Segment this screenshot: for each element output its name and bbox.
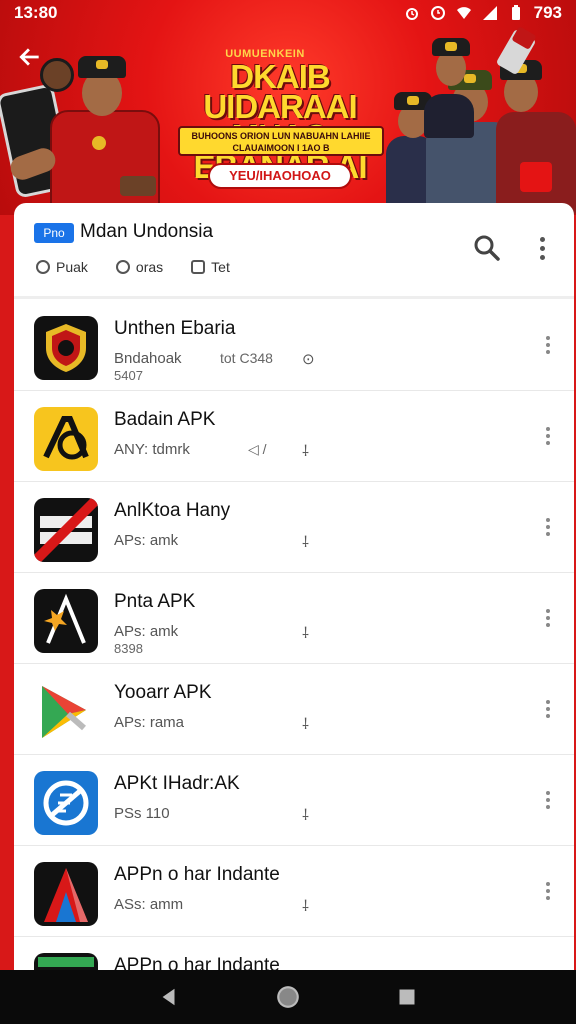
signal-icon	[482, 6, 497, 20]
more-vert-icon[interactable]	[536, 421, 560, 451]
wifi-icon	[456, 7, 471, 19]
alarm-icon	[405, 8, 418, 20]
banner-subtitle: BUHOONS ORION LUN NABUAHN LAHIIE CLAUAIM…	[178, 126, 384, 156]
status-time: 13:80	[14, 3, 58, 22]
back-triangle-icon[interactable]	[149, 977, 189, 1017]
more-vert-icon[interactable]	[536, 876, 560, 906]
battery-icon	[511, 5, 520, 20]
app-name: Badain APK	[114, 409, 216, 430]
circle-icon	[36, 260, 50, 274]
filter-label: oras	[135, 259, 164, 275]
list-item[interactable]: Badain APK ANY: tdmrk ◁ / ⸸	[14, 391, 574, 482]
app-glyph: ⸸	[302, 625, 310, 642]
app-developer: APs: amk	[114, 623, 179, 640]
app-glyph: ⸸	[302, 716, 310, 733]
sheet-title: Mdan Undonsia	[80, 221, 214, 242]
app-size: 8398	[114, 641, 143, 656]
more-vert-icon[interactable]	[536, 330, 560, 360]
app-developer: Bndahoak	[114, 350, 182, 367]
list-item[interactable]: Yooarr APK APs: rama ⸸	[14, 664, 574, 755]
emblem-icon	[34, 316, 98, 380]
letter-a-yellow-icon	[34, 407, 98, 471]
battery-level: 793	[533, 3, 562, 22]
recents-square-icon[interactable]	[387, 977, 427, 1017]
more-vert-icon[interactable]	[536, 603, 560, 633]
sheet-header: Pno Mdan Undonsia Puak oras Tet	[14, 203, 574, 299]
app-developer: ASs: amm	[114, 896, 184, 913]
app-size: 5407	[114, 368, 143, 383]
app-name: APPn o har Indante	[114, 864, 280, 885]
app-name: Yooarr APK	[114, 682, 212, 703]
filter-puak[interactable]: Puak	[36, 259, 88, 275]
more-vert-icon[interactable]	[536, 512, 560, 542]
filter-bar: Puak oras Tet	[36, 259, 230, 275]
app-name: APKt IHadr:AK	[114, 773, 240, 794]
system-nav-bar	[0, 970, 576, 1024]
square-icon	[191, 260, 206, 274]
red-stripe-icon	[34, 498, 98, 562]
app-list-sheet: Pno Mdan Undonsia Puak oras Tet Unthen E…	[14, 203, 574, 975]
app-glyph: ⸸	[302, 898, 310, 915]
app-name: AnlKtoa Hany	[114, 500, 231, 521]
list-item[interactable]: APPn o har Indante ASs: amm ⸸	[14, 846, 574, 937]
app-name: Unthen Ebaria	[114, 318, 236, 339]
promo-banner[interactable]: UUMUENKEIN DKAIB UIDARAAI MHAO EBANAR AI…	[0, 0, 576, 215]
pro-tag: Pno	[34, 223, 74, 243]
filter-tet[interactable]: Tet	[191, 259, 230, 275]
app-glyph: ⸸	[302, 443, 310, 460]
app-name: Pnta APK	[114, 591, 196, 612]
app-developer: APs: amk	[114, 532, 179, 549]
list-item[interactable]: Pnta APK APs: amk ⸸ 8398	[14, 573, 574, 664]
filter-label: Puak	[56, 259, 88, 275]
star-a-icon	[34, 589, 98, 653]
app-glyph: ⊙	[302, 351, 315, 368]
red-a-icon	[34, 862, 98, 926]
app-glyph: ⸸	[302, 534, 310, 551]
more-vert-icon[interactable]	[528, 233, 556, 263]
banner-cta-button[interactable]: YEU/IHAOHOAO	[208, 163, 352, 189]
app-glyph: ⸸	[302, 807, 310, 824]
list-item[interactable]: AnlKtoa Hany APs: amk ⸸	[14, 482, 574, 573]
filter-label: Tet	[211, 259, 230, 275]
app-list: Unthen Ebaria Bndahoak tot C348 ⊙ 5407 B…	[14, 300, 574, 975]
home-circle-icon[interactable]	[268, 977, 308, 1017]
clock-icon	[430, 6, 445, 20]
app-developer: PSs 110	[114, 805, 170, 822]
more-vert-icon[interactable]	[536, 785, 560, 815]
app-meta: tot C348	[220, 350, 273, 366]
list-item[interactable]: Unthen Ebaria Bndahoak tot C348 ⊙ 5407	[14, 300, 574, 391]
clock-icon	[115, 260, 130, 274]
search-icon[interactable]	[472, 233, 502, 263]
more-vert-icon[interactable]	[536, 694, 560, 724]
app-developer: ANY: tdmrk	[114, 441, 190, 458]
blue-circle-icon	[34, 771, 98, 835]
banner-officers-right	[386, 26, 576, 215]
back-arrow-icon[interactable]	[12, 42, 48, 72]
list-item[interactable]: APKt IHadr:AK PSs 110 ⸸	[14, 755, 574, 846]
filter-oras[interactable]: oras	[115, 259, 164, 275]
play-triangle-icon	[34, 680, 98, 744]
app-developer: APs: rama	[114, 714, 185, 731]
status-bar: 13:80 793	[0, 0, 576, 26]
app-meta: ◁ /	[248, 441, 267, 457]
banner-officer-left	[0, 0, 170, 215]
